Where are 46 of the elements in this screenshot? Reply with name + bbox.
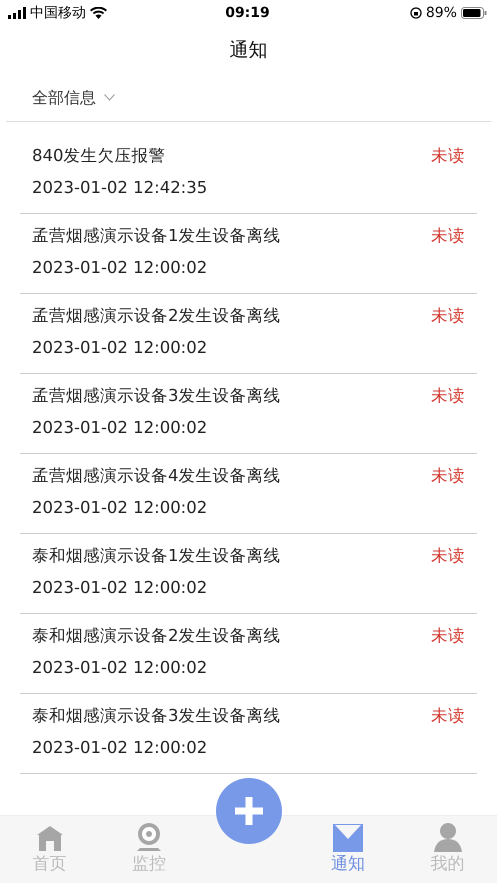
notification-time: 2023-01-02 12:00:02 xyxy=(32,577,208,599)
notification-title: 840发生欠压报警 xyxy=(32,145,166,167)
read-status: 未读 xyxy=(431,225,465,247)
caret-icon xyxy=(104,94,115,101)
battery-percent: 89% xyxy=(426,4,457,22)
notification-item[interactable]: 840发生欠压报警 未读 2023-01-02 12:42:35 xyxy=(20,134,477,214)
filter-dropdown[interactable]: 全部信息 xyxy=(32,86,115,110)
home-icon xyxy=(36,824,64,852)
battery-icon xyxy=(460,7,487,19)
notification-title: 孟营烟感演示设备1发生设备离线 xyxy=(32,225,280,247)
notification-time: 2023-01-02 12:42:35 xyxy=(32,177,208,199)
notification-title: 泰和烟感演示设备3发生设备离线 xyxy=(32,705,280,727)
read-status: 未读 xyxy=(431,545,465,567)
wifi-icon xyxy=(90,7,107,19)
read-status: 未读 xyxy=(431,305,465,327)
notification-time: 2023-01-02 12:00:02 xyxy=(32,257,208,279)
carrier-name: 中国移动 xyxy=(30,4,86,22)
notification-item[interactable]: 泰和烟感演示设备3发生设备离线 未读 2023-01-02 12:00:02 xyxy=(20,694,477,774)
envelope-icon xyxy=(333,824,363,852)
signal-icon xyxy=(8,7,26,19)
read-status: 未读 xyxy=(431,385,465,407)
rotation-lock-icon xyxy=(410,7,422,19)
notification-item[interactable]: 孟营烟感演示设备3发生设备离线 未读 2023-01-02 12:00:02 xyxy=(20,374,477,454)
notification-time: 2023-01-02 12:00:02 xyxy=(32,657,208,679)
notification-item[interactable]: 泰和烟感演示设备2发生设备离线 未读 2023-01-02 12:00:02 xyxy=(20,614,477,694)
plus-icon xyxy=(235,797,263,825)
notification-time: 2023-01-02 12:00:02 xyxy=(32,337,208,359)
notification-title: 孟营烟感演示设备4发生设备离线 xyxy=(32,465,280,487)
notification-item[interactable]: 孟营烟感演示设备1发生设备离线 未读 2023-01-02 12:00:02 xyxy=(20,214,477,294)
read-status: 未读 xyxy=(431,705,465,727)
notification-item[interactable]: 孟营烟感演示设备4发生设备离线 未读 2023-01-02 12:00:02 xyxy=(20,454,477,534)
person-icon xyxy=(432,822,462,852)
notification-title: 泰和烟感演示设备1发生设备离线 xyxy=(32,545,280,567)
notification-time: 2023-01-02 12:00:02 xyxy=(32,497,208,519)
notification-item[interactable]: 孟营烟感演示设备2发生设备离线 未读 2023-01-02 12:00:02 xyxy=(20,294,477,374)
notification-item[interactable]: 泰和烟感演示设备1发生设备离线 未读 2023-01-02 12:00:02 xyxy=(20,534,477,614)
page-title: 通知 xyxy=(230,38,268,63)
read-status: 未读 xyxy=(431,145,465,167)
notification-time: 2023-01-02 12:00:02 xyxy=(32,737,208,759)
notification-title: 泰和烟感演示设备2发生设备离线 xyxy=(32,625,280,647)
notification-title: 孟营烟感演示设备2发生设备离线 xyxy=(32,305,280,327)
notification-title: 孟营烟感演示设备3发生设备离线 xyxy=(32,385,280,407)
notification-time: 2023-01-02 12:00:02 xyxy=(32,417,208,439)
status-time: 09:19 xyxy=(225,4,270,22)
read-status: 未读 xyxy=(431,465,465,487)
read-status: 未读 xyxy=(431,625,465,647)
